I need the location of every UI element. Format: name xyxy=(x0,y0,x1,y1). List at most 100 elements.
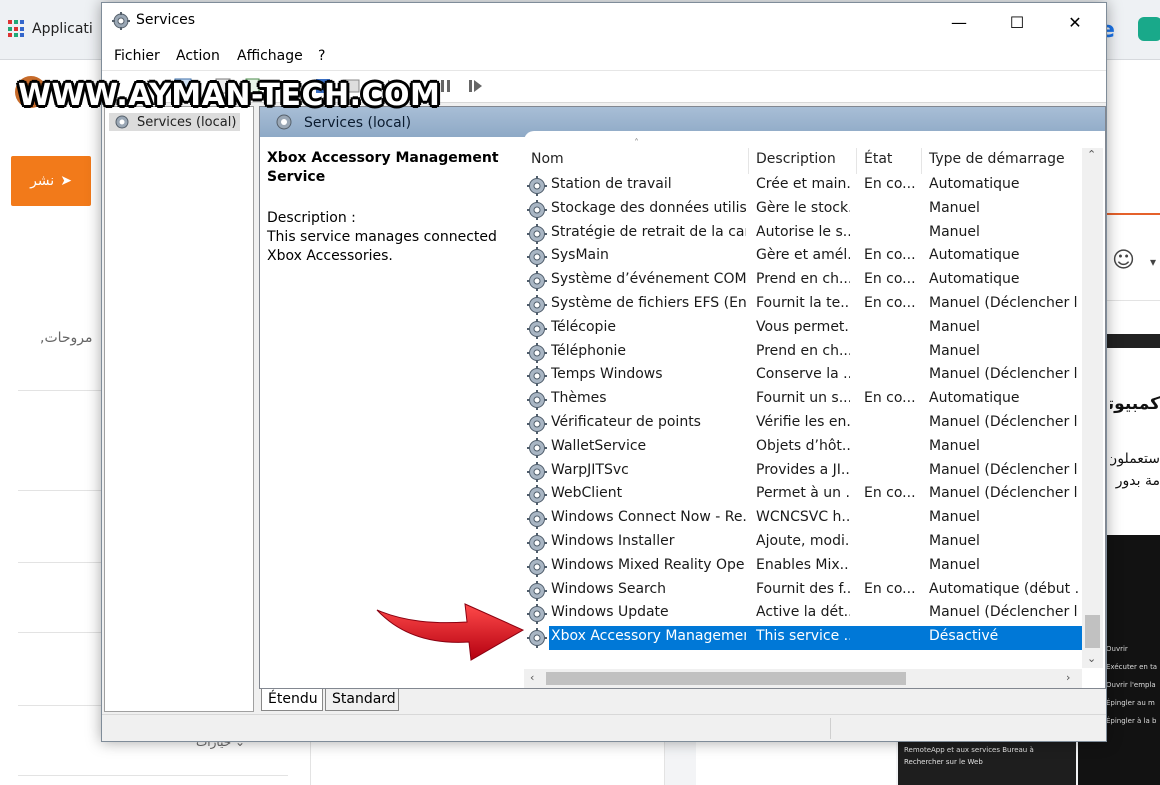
service-gear-icon xyxy=(527,295,547,315)
title-bar[interactable]: Services — ☐ ✕ xyxy=(102,3,1106,41)
close-button[interactable]: ✕ xyxy=(1046,3,1104,41)
service-name: Windows Search xyxy=(551,580,667,597)
minimize-button[interactable]: — xyxy=(930,3,988,41)
column-header-state[interactable]: État xyxy=(857,148,922,174)
service-state: En co... xyxy=(864,390,916,407)
service-gear-icon xyxy=(527,318,547,339)
restart-icon[interactable] xyxy=(466,78,484,94)
menu-affichage[interactable]: Affichage xyxy=(237,48,303,64)
service-row[interactable]: Télécopie Vous permet... Manuel xyxy=(524,317,1082,341)
scroll-up-icon[interactable]: ⌃ xyxy=(1087,148,1096,161)
service-description: Ajoute, modi... xyxy=(756,533,850,549)
left-text: مروحات, xyxy=(40,330,93,346)
search-panel-line[interactable]: Rechercher sur le Web xyxy=(904,756,1070,768)
apps-shortcut[interactable]: Applicati xyxy=(8,20,93,38)
horizontal-scroll-thumb[interactable] xyxy=(546,672,906,685)
divider xyxy=(1106,300,1160,301)
emoji-icon[interactable]: ☺ xyxy=(1112,248,1135,273)
service-description: Active la dét... xyxy=(756,604,850,621)
service-row[interactable]: Stockage des données utilis... Gère le st… xyxy=(524,198,1082,222)
description-pane: Xbox Accessory Management Service Descri… xyxy=(267,149,517,266)
service-row[interactable]: Téléphonie Prend en ch... Manuel xyxy=(524,341,1082,365)
service-gear-icon xyxy=(527,223,547,244)
column-header-description[interactable]: Description xyxy=(749,148,857,174)
service-row[interactable]: Vérificateur de points Vérifie les en... M… xyxy=(524,412,1082,436)
tab-standard[interactable]: Standard xyxy=(325,689,399,711)
scroll-down-icon[interactable]: ⌄ xyxy=(1087,652,1096,665)
service-startup-type: Manuel (Déclencher l... xyxy=(929,604,1079,621)
status-divider xyxy=(830,718,831,739)
context-menu: Ouvrir Exécuter en ta Ouvrir l'empla Épi… xyxy=(1106,640,1160,730)
service-name: Xbox Accessory Managemen... xyxy=(551,628,746,645)
service-row[interactable]: Temps Windows Conserve la ... Manuel (Décl… xyxy=(524,364,1082,388)
service-row[interactable]: WalletService Objets d’hôt... Manuel xyxy=(524,436,1082,460)
context-menu-item[interactable]: Ouvrir xyxy=(1106,640,1160,658)
chevron-down-icon[interactable]: ▾ xyxy=(1150,255,1156,269)
context-menu-item[interactable]: Épingler au m xyxy=(1106,694,1160,712)
menu-help[interactable]: ? xyxy=(318,48,325,64)
service-name: Vérificateur de points xyxy=(551,414,701,430)
tree-item-services-local[interactable]: Services (local) xyxy=(109,113,241,131)
service-row[interactable]: Thèmes Fournit un s... En co... Automatique xyxy=(524,388,1082,412)
service-state: En co... xyxy=(864,176,916,192)
services-gear-icon xyxy=(111,11,131,35)
service-name: Stockage des données utilis... xyxy=(551,199,746,216)
menu-action[interactable]: Action xyxy=(176,48,220,64)
service-startup-type: Manuel (Déclencher l... xyxy=(929,366,1079,383)
service-gear-icon xyxy=(527,176,547,196)
service-name: Temps Windows xyxy=(551,366,663,383)
service-gear-icon xyxy=(527,604,547,625)
context-menu-item[interactable]: Ouvrir l'empla xyxy=(1106,676,1160,694)
vertical-scroll-thumb[interactable] xyxy=(1085,615,1100,648)
service-state: En co... xyxy=(864,295,916,311)
service-description: Vérifie les en... xyxy=(756,414,850,430)
search-panel: RemoteApp et aux services Bureau à Reche… xyxy=(898,740,1076,785)
vertical-scrollbar[interactable]: ⌃ ⌄ xyxy=(1082,148,1103,668)
tab-etendu[interactable]: Étendu xyxy=(261,689,323,711)
share-button[interactable]: نشر ➤ xyxy=(11,156,91,206)
context-menu-item[interactable]: Exécuter en ta xyxy=(1106,658,1160,676)
service-row[interactable]: Xbox Accessory Managemen... This service … xyxy=(524,626,1082,651)
service-row[interactable]: Windows Search Fournit des f... En co... Au… xyxy=(524,579,1082,603)
service-row[interactable]: Système de fichiers EFS (Encr... Fournit … xyxy=(524,293,1082,317)
context-menu-item[interactable]: Épingler à la b xyxy=(1106,712,1160,730)
watermark: WWW.AYMAN-TECH.COM xyxy=(18,78,441,113)
service-description: Fournit la te... xyxy=(756,295,850,311)
service-description: Objets d’hôt... xyxy=(756,437,850,454)
column-header-startup-type[interactable]: Type de démarrage xyxy=(922,148,1082,174)
scroll-left-icon[interactable]: ‹ xyxy=(530,671,534,684)
service-row[interactable]: Station de travail Crée et main... En co..… xyxy=(524,174,1082,198)
service-state: En co... xyxy=(864,271,916,288)
apps-label: Applicati xyxy=(32,21,93,37)
service-description: Fournit des f... xyxy=(756,580,850,597)
service-name: Windows Connect Now - Re... xyxy=(551,509,746,526)
service-row[interactable]: WarpJITSvc Provides a JI... Manuel (Déclen… xyxy=(524,460,1082,484)
service-row[interactable]: Système d’événement COM+ Prend en ch... En… xyxy=(524,269,1082,293)
service-row[interactable]: Stratégie de retrait de la cart... Autori… xyxy=(524,222,1082,246)
window-title: Services xyxy=(136,12,196,28)
service-row[interactable]: Windows Installer Ajoute, modi... Manuel xyxy=(524,531,1082,555)
service-row[interactable]: SysMain Gère et amél... En co... Automatiqu… xyxy=(524,245,1082,269)
send-icon: ➤ xyxy=(60,173,72,189)
service-startup-type: Manuel xyxy=(929,318,980,335)
content-header-label: Services (local) xyxy=(304,115,412,131)
share-label: نشر xyxy=(30,173,55,189)
service-startup-type: Manuel (Déclencher l... xyxy=(929,414,1079,430)
horizontal-scrollbar[interactable]: ‹ › xyxy=(524,669,1082,688)
service-row[interactable]: Windows Update Active la dét... Manuel (Dé… xyxy=(524,602,1082,626)
service-startup-type: Automatique (début ... xyxy=(929,580,1079,597)
column-header-name[interactable]: Nom xyxy=(524,148,749,174)
bookmark-icon[interactable] xyxy=(1138,17,1160,41)
service-name: Windows Update xyxy=(551,604,669,621)
maximize-button[interactable]: ☐ xyxy=(988,3,1046,41)
scroll-right-icon[interactable]: › xyxy=(1066,671,1070,684)
console-tree: Services (local) xyxy=(104,106,254,712)
service-state: En co... xyxy=(864,580,916,597)
service-row[interactable]: Windows Connect Now - Re... WCNCSVC h... M… xyxy=(524,507,1082,531)
service-row[interactable]: WebClient Permet à un ... En co... Manuel (… xyxy=(524,483,1082,507)
service-startup-type: Automatique xyxy=(929,271,1020,288)
menu-fichier[interactable]: Fichier xyxy=(114,48,160,64)
search-panel-line: RemoteApp et aux services Bureau à xyxy=(904,746,1034,754)
services-window: Services — ☐ ✕ Fichier Action Affichage … xyxy=(101,2,1107,742)
service-row[interactable]: Windows Mixed Reality Ope... Enables Mix.… xyxy=(524,555,1082,579)
